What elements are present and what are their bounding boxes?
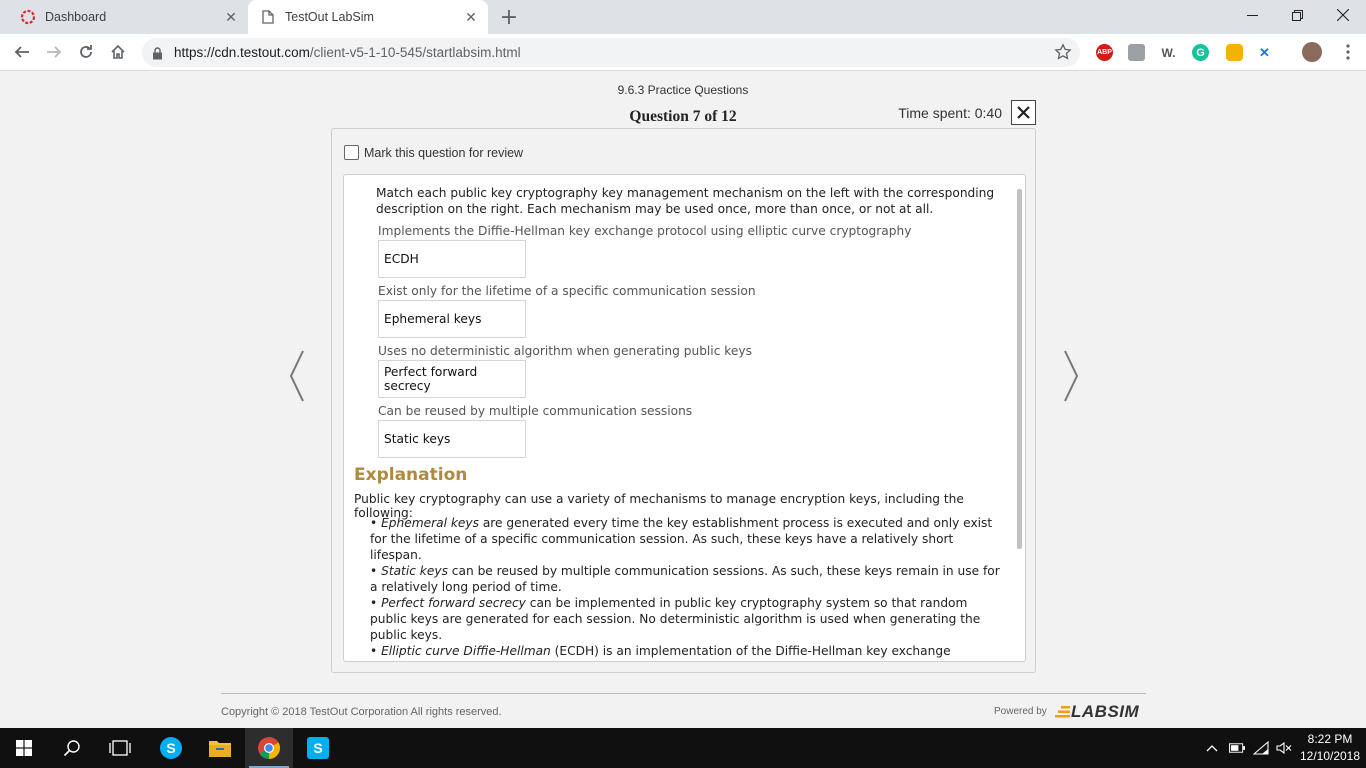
address-bar[interactable]: https://cdn.testout.com/client-v5-1-10-5… (142, 38, 1080, 67)
restore-icon[interactable] (1274, 0, 1320, 30)
match-description: Implements the Diffie-Hellman key exchan… (378, 224, 912, 238)
reload-icon[interactable] (72, 38, 100, 66)
footer-divider (221, 693, 1146, 694)
close-tab-icon[interactable]: ✕ (220, 6, 242, 28)
testout-circle-icon (20, 9, 36, 25)
battery-icon[interactable] (1229, 740, 1245, 756)
forward-icon[interactable] (40, 38, 68, 66)
question-number: Question 7 of 12 (629, 108, 737, 125)
question-panel: Mark this question for review Match each… (331, 128, 1036, 673)
minimize-icon[interactable] (1229, 0, 1275, 30)
explanation-text: can be reused by multiple communication … (370, 564, 1000, 594)
explanation-item: • Static keys can be reused by multiple … (370, 564, 1000, 594)
close-quiz-button[interactable] (1011, 100, 1036, 125)
review-label: Mark this question for review (364, 145, 524, 160)
windows-start-icon[interactable] (0, 728, 48, 768)
tab-dashboard[interactable]: Dashboard ✕ (8, 0, 248, 34)
tab-testout-labsim[interactable]: TestOut LabSim ✕ (248, 0, 488, 34)
menu-kebab-icon[interactable] (1334, 38, 1362, 66)
browser-tabstrip: Dashboard ✕ TestOut LabSim ✕ + (0, 0, 1366, 34)
explanation-term: Perfect forward secrecy (381, 596, 526, 610)
close-icon (1017, 106, 1030, 119)
chrome-taskbar-icon[interactable] (245, 728, 293, 768)
question-prompt: Match each public key cryptography key m… (376, 186, 995, 216)
close-tab-icon[interactable]: ✕ (460, 6, 482, 28)
explanation-item: • Ephemeral keys are generated every tim… (370, 516, 993, 562)
grammarly-icon[interactable]: G (1192, 44, 1209, 61)
explanation-list: • Ephemeral keys are generated every tim… (370, 515, 1002, 661)
tab-title: TestOut LabSim (285, 10, 374, 24)
match-description: Can be reused by multiple communication … (378, 404, 693, 418)
labsim-page: 9.6.3 Practice Questions Question 7 of 1… (0, 72, 1366, 728)
extension-gray-icon[interactable] (1128, 44, 1145, 61)
svg-text:S: S (313, 740, 322, 756)
explanation-item: • Elliptic curve Diffie-Hellman (ECDH) i… (370, 643, 1002, 661)
svg-text:S: S (166, 740, 175, 756)
mark-for-review[interactable]: Mark this question for review (344, 145, 523, 160)
browser-toolbar: https://cdn.testout.com/client-v5-1-10-5… (0, 34, 1366, 71)
explanation-term: Static keys (381, 564, 448, 578)
match-answer-box[interactable]: Perfect forward secrecy (378, 360, 526, 398)
windows-taskbar: S S 8:22 PM 12/10/2018 (0, 728, 1366, 768)
clock-date: 12/10/2018 (1299, 749, 1361, 763)
url-text: https://cdn.testout.com/client-v5-1-10-5… (174, 45, 521, 60)
chevron-right-icon (1064, 350, 1079, 402)
bookmark-star-icon[interactable] (1054, 43, 1072, 65)
explanation-item: • Perfect forward secrecy can be impleme… (370, 596, 981, 642)
powered-by-text: Powered by (994, 706, 1047, 717)
coin-extension-icon[interactable] (1226, 44, 1243, 61)
review-checkbox[interactable] (344, 145, 359, 160)
chevron-left-icon (289, 350, 304, 402)
explanation-term: Elliptic curve Diffie-Hellman (381, 644, 551, 658)
skype-icon[interactable]: S (147, 728, 195, 768)
search-icon[interactable] (48, 728, 96, 768)
next-question-button[interactable] (1061, 350, 1081, 402)
taskbar-clock[interactable]: 8:22 PM 12/10/2018 (1296, 731, 1364, 765)
wifi-icon[interactable] (1253, 740, 1269, 756)
back-icon[interactable] (8, 38, 36, 66)
new-tab-icon[interactable]: + (496, 4, 522, 30)
labsim-logo: LABSIM (1055, 702, 1139, 722)
arrows-extension-icon[interactable]: ✕ (1256, 44, 1273, 61)
profile-avatar-icon[interactable] (1302, 42, 1322, 62)
tab-title: Dashboard (45, 10, 107, 24)
volume-muted-icon[interactable] (1276, 740, 1292, 756)
copyright-text: Copyright © 2018 TestOut Corporation All… (221, 706, 502, 718)
content-scrollbar[interactable] (1017, 189, 1022, 549)
time-spent: Time spent: 0:40 (898, 105, 1002, 121)
adblock-icon[interactable]: ABP (1096, 44, 1113, 61)
explanation-term: Ephemeral keys (381, 516, 479, 530)
labsim-wordmark: LABSIM (1071, 702, 1140, 721)
labsim-bars-icon (1055, 706, 1070, 718)
quiz-name: 9.6.3 Practice Questions (617, 83, 749, 97)
chevron-up-icon[interactable] (1204, 740, 1220, 756)
previous-question-button[interactable] (287, 350, 307, 402)
match-answer-box[interactable]: ECDH (378, 240, 526, 278)
explanation-title: Explanation (354, 465, 468, 485)
match-answer-box[interactable]: Static keys (378, 420, 526, 458)
skype-business-icon[interactable]: S (294, 728, 342, 768)
w-extension-icon[interactable]: W. (1160, 44, 1177, 61)
match-description: Uses no deterministic algorithm when gen… (378, 344, 752, 358)
file-explorer-icon[interactable] (196, 728, 244, 768)
clock-time: 8:22 PM (1307, 732, 1353, 746)
close-window-icon[interactable] (1320, 0, 1366, 30)
page-icon (260, 9, 276, 25)
task-view-icon[interactable] (96, 728, 144, 768)
home-icon[interactable] (104, 38, 132, 66)
lock-icon (152, 45, 163, 64)
match-description: Exist only for the lifetime of a specifi… (378, 284, 756, 298)
match-answer-box[interactable]: Ephemeral keys (378, 300, 526, 338)
question-content[interactable]: Match each public key cryptography key m… (343, 174, 1026, 662)
